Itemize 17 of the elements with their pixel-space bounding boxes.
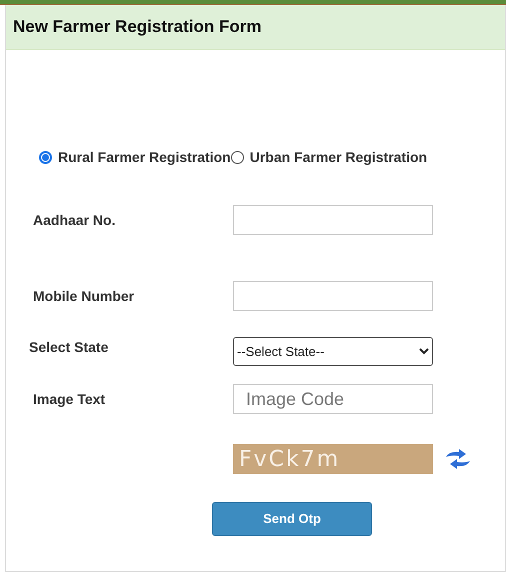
radio-button[interactable] <box>39 151 52 164</box>
field-label: Mobile Number <box>33 286 136 306</box>
input-field[interactable] <box>233 205 433 235</box>
form-title: New Farmer Registration Form <box>13 16 262 38</box>
input-field[interactable] <box>233 281 433 311</box>
refresh-icon[interactable] <box>443 448 473 470</box>
radio-label: Rural Farmer Registration <box>58 148 231 167</box>
chevron-down-icon <box>419 348 429 355</box>
field-label: Select State <box>29 338 110 357</box>
input-field[interactable]: Image Code <box>233 384 433 414</box>
radio-label: Urban Farmer Registration <box>250 148 428 167</box>
field-label: Image Text <box>33 390 106 409</box>
captcha-image: FvCk7m <box>233 444 433 474</box>
field-label: Aadhaar No. <box>33 210 116 230</box>
radio-button[interactable] <box>230 151 244 164</box>
send-otp-button[interactable]: Send Otp <box>212 502 372 536</box>
state-dropdown[interactable]: --Select State-- <box>233 337 433 366</box>
